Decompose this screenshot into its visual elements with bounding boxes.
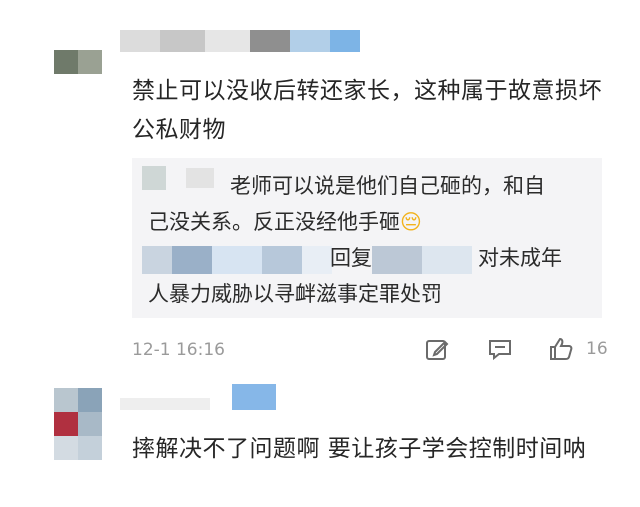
like-count: 16 bbox=[586, 339, 608, 359]
comment-body: 禁止可以没收后转还家长，这种属于故意损坏公私财物 bbox=[132, 78, 602, 143]
reply-username-mosaic bbox=[142, 162, 222, 192]
comment-icon[interactable] bbox=[487, 336, 513, 362]
comment-body: 摔解决不了问题啊 要让孩子学会控制时间呐 bbox=[132, 436, 587, 462]
timestamp: 12-1 16:16 bbox=[132, 340, 225, 360]
reply-text-line: 对未成年 bbox=[478, 246, 562, 270]
like-icon[interactable] bbox=[548, 336, 574, 362]
reply-text-line: 回复 bbox=[330, 246, 372, 270]
edit-icon[interactable] bbox=[424, 336, 450, 362]
avatar[interactable] bbox=[54, 388, 102, 460]
username-mosaic[interactable] bbox=[120, 30, 370, 52]
reply-username-mosaic bbox=[372, 246, 472, 274]
reply-username-mosaic bbox=[142, 246, 332, 274]
reply-text-line: 人暴力威胁以寻衅滋事定罪处罚 bbox=[148, 282, 442, 306]
username-mosaic[interactable] bbox=[120, 384, 280, 410]
avatar[interactable] bbox=[54, 50, 102, 74]
reply-text-line: 己没关系。反正没经他手砸😔 bbox=[148, 210, 422, 234]
emoji-icon: 😔 bbox=[400, 210, 422, 234]
reply-text-line: 老师可以说是他们自己砸的，和自 bbox=[230, 174, 545, 198]
